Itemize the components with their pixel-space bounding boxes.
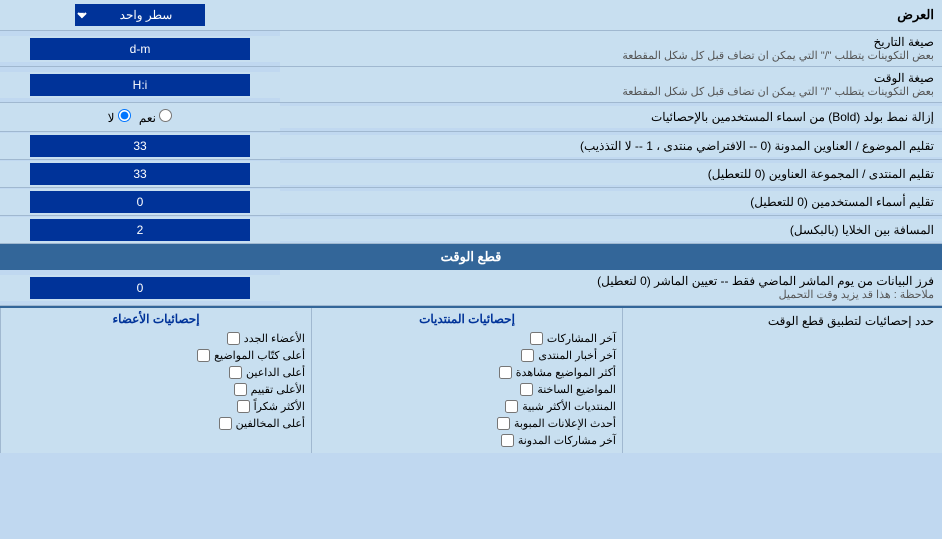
forum-titles-input-wrapper[interactable]	[0, 161, 280, 187]
member-stat-item-1[interactable]: أعلى كتّاب المواضيع	[7, 347, 305, 364]
member-stat-checkbox-2[interactable]	[229, 366, 242, 379]
usernames-trim-input[interactable]	[30, 191, 250, 213]
member-stat-item-3[interactable]: الأعلى تقييم	[7, 381, 305, 398]
member-stat-checkbox-0[interactable]	[227, 332, 240, 345]
member-stat-item-0[interactable]: الأعضاء الجدد	[7, 330, 305, 347]
forum-stat-label-0: آخر المشاركات	[547, 332, 616, 345]
forum-stat-checkbox-2[interactable]	[499, 366, 512, 379]
usernames-trim-label: تقليم أسماء المستخدمين (0 للتعطيل)	[280, 191, 942, 213]
date-format-row: صيغة التاريخ بعض التكوينات يتطلب "/" الت…	[0, 31, 942, 67]
date-format-input[interactable]	[30, 38, 250, 60]
member-stat-label-1: أعلى كتّاب المواضيع	[214, 349, 305, 362]
member-stat-checkbox-5[interactable]	[219, 417, 232, 430]
time-format-main-text: صيغة الوقت	[288, 71, 934, 85]
cell-spacing-input-wrapper[interactable]	[0, 217, 280, 243]
forum-stat-item-6[interactable]: آخر مشاركات المدونة	[318, 432, 616, 449]
forum-stat-item-2[interactable]: أكثر المواضيع مشاهدة	[318, 364, 616, 381]
forum-stat-label-3: المواضيع الساخنة	[537, 383, 616, 396]
cut-time-section-header: قطع الوقت	[0, 244, 942, 270]
date-format-input-wrapper[interactable]	[0, 36, 280, 62]
forum-stat-checkbox-4[interactable]	[505, 400, 518, 413]
forum-stats-header: إحصائيات المنتديات	[318, 312, 616, 330]
usernames-trim-row: تقليم أسماء المستخدمين (0 للتعطيل)	[0, 188, 942, 216]
cut-time-input-wrapper[interactable]	[0, 275, 280, 301]
usernames-trim-input-wrapper[interactable]	[0, 189, 280, 215]
forum-stat-label-2: أكثر المواضيع مشاهدة	[516, 366, 616, 379]
header-label: العرض	[280, 3, 942, 27]
bold-radio-no-label[interactable]: لا	[108, 109, 131, 125]
cut-time-label: فرز البيانات من يوم الماشر الماضي فقط --…	[280, 270, 942, 305]
cell-spacing-row: المسافة بين الخلايا (بالبكسل)	[0, 216, 942, 244]
display-select[interactable]: سطر واحدسطرينثلاثة أسطر	[75, 4, 205, 26]
bold-remove-label: إزالة نمط بولد (Bold) من اسماء المستخدمي…	[280, 106, 942, 128]
header-select-wrapper[interactable]: سطر واحدسطرينثلاثة أسطر	[0, 0, 280, 30]
forum-stat-checkbox-1[interactable]	[521, 349, 534, 362]
forum-titles-row: تقليم المنتدى / المجموعة العناوين (0 للت…	[0, 160, 942, 188]
member-stat-item-4[interactable]: الأكثر شكراً	[7, 398, 305, 415]
bottom-columns: إحصائيات المنتديات آخر المشاركات آخر أخب…	[0, 308, 622, 453]
forum-stat-checkbox-3[interactable]	[520, 383, 533, 396]
cut-time-sub-text: ملاحظة : هذا قد يزيد وقت التحميل	[288, 288, 934, 301]
display-select-wrapper[interactable]: سطر واحدسطرينثلاثة أسطر	[75, 4, 205, 26]
bold-radio-no[interactable]	[118, 109, 131, 122]
forum-stat-label-4: المنتديات الأكثر شبية	[522, 400, 616, 413]
date-format-sub-text: بعض التكوينات يتطلب "/" التي يمكن ان تضا…	[288, 49, 934, 62]
forum-titles-input[interactable]	[30, 163, 250, 185]
member-stat-checkbox-4[interactable]	[237, 400, 250, 413]
forum-stat-label-6: آخر مشاركات المدونة	[518, 434, 616, 447]
forum-stat-checkbox-6[interactable]	[501, 434, 514, 447]
member-stats-col: إحصائيات الأعضاء الأعضاء الجدد أعلى كتّا…	[0, 308, 311, 453]
member-stat-label-2: أعلى الداعين	[246, 366, 305, 379]
forum-titles-label: تقليم المنتدى / المجموعة العناوين (0 للت…	[280, 163, 942, 185]
member-stat-checkbox-1[interactable]	[197, 349, 210, 362]
cut-time-main-text: فرز البيانات من يوم الماشر الماضي فقط --…	[288, 274, 934, 288]
bold-remove-row: إزالة نمط بولد (Bold) من اسماء المستخدمي…	[0, 103, 942, 132]
forum-stats-col: إحصائيات المنتديات آخر المشاركات آخر أخب…	[311, 308, 622, 453]
time-format-label: صيغة الوقت بعض التكوينات يتطلب "/" التي …	[280, 67, 942, 102]
cell-spacing-label: المسافة بين الخلايا (بالبكسل)	[280, 219, 942, 241]
cut-time-row: فرز البيانات من يوم الماشر الماضي فقط --…	[0, 270, 942, 306]
member-stat-item-5[interactable]: أعلى المخالفين	[7, 415, 305, 432]
member-stat-label-0: الأعضاء الجدد	[244, 332, 305, 345]
forum-stat-item-1[interactable]: آخر أخبار المنتدى	[318, 347, 616, 364]
forum-stat-checkbox-5[interactable]	[497, 417, 510, 430]
member-stat-label-5: أعلى المخالفين	[236, 417, 305, 430]
forum-stat-label-1: آخر أخبار المنتدى	[538, 349, 616, 362]
forum-stat-item-0[interactable]: آخر المشاركات	[318, 330, 616, 347]
cell-spacing-input[interactable]	[30, 219, 250, 241]
forum-stat-item-4[interactable]: المنتديات الأكثر شبية	[318, 398, 616, 415]
bold-radio-yes-label[interactable]: نعم	[139, 109, 172, 125]
bold-remove-input-wrapper: نعم لا	[0, 103, 280, 131]
time-format-row: صيغة الوقت بعض التكوينات يتطلب "/" التي …	[0, 67, 942, 103]
member-stat-checkbox-3[interactable]	[234, 383, 247, 396]
topic-titles-label: تقليم الموضوع / العناوين المدونة (0 -- ا…	[280, 135, 942, 157]
header-row: العرض سطر واحدسطرينثلاثة أسطر	[0, 0, 942, 31]
time-format-sub-text: بعض التكوينات يتطلب "/" التي يمكن ان تضا…	[288, 85, 934, 98]
member-stat-item-2[interactable]: أعلى الداعين	[7, 364, 305, 381]
date-format-label: صيغة التاريخ بعض التكوينات يتطلب "/" الت…	[280, 31, 942, 66]
forum-stat-item-3[interactable]: المواضيع الساخنة	[318, 381, 616, 398]
main-container: العرض سطر واحدسطرينثلاثة أسطر صيغة التار…	[0, 0, 942, 453]
time-format-input[interactable]	[30, 74, 250, 96]
cut-time-input[interactable]	[30, 277, 250, 299]
bold-radio-yes[interactable]	[159, 109, 172, 122]
time-format-input-wrapper[interactable]	[0, 72, 280, 98]
topic-titles-input-wrapper[interactable]	[0, 133, 280, 159]
forum-stat-checkbox-0[interactable]	[530, 332, 543, 345]
member-stat-label-4: الأكثر شكراً	[254, 400, 305, 413]
bottom-section: حدد إحصائيات لتطبيق قطع الوقت إحصائيات ا…	[0, 306, 942, 453]
apply-label: حدد إحصائيات لتطبيق قطع الوقت	[622, 308, 942, 453]
bold-radio-group: نعم لا	[100, 105, 181, 129]
member-stats-header: إحصائيات الأعضاء	[7, 312, 305, 330]
forum-stat-label-5: أحدث الإعلانات المبوبة	[514, 417, 616, 430]
member-stat-label-3: الأعلى تقييم	[251, 383, 305, 396]
date-format-main-text: صيغة التاريخ	[288, 35, 934, 49]
topic-titles-input[interactable]	[30, 135, 250, 157]
topic-titles-row: تقليم الموضوع / العناوين المدونة (0 -- ا…	[0, 132, 942, 160]
forum-stat-item-5[interactable]: أحدث الإعلانات المبوبة	[318, 415, 616, 432]
